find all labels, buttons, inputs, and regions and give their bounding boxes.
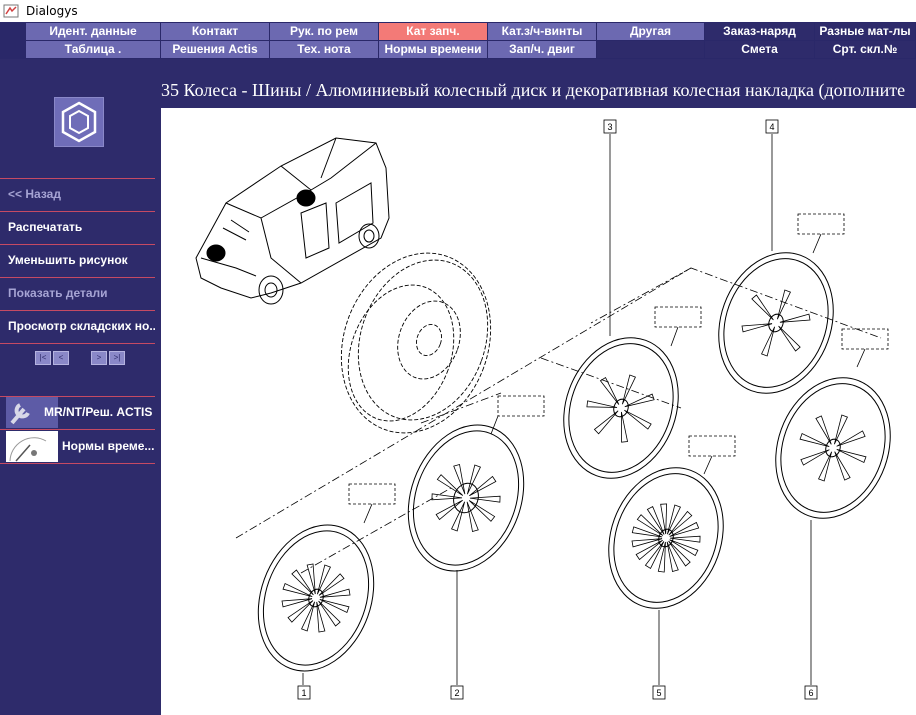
callout-4: 4	[769, 122, 774, 132]
tab-ident-data[interactable]: Идент. данные	[26, 23, 161, 40]
logo	[54, 97, 104, 147]
tab-misc-materials[interactable]: Разные мат-лы	[815, 23, 916, 40]
hex-nut-icon	[61, 101, 97, 143]
leader-lines	[302, 134, 812, 685]
labor-times-button[interactable]: Нормы време...	[6, 431, 156, 462]
sidebar-divider	[0, 343, 155, 344]
window-title: Dialogys	[26, 4, 78, 18]
tab-table[interactable]: Таблица .	[26, 41, 161, 58]
tab-parts-catalog[interactable]: Кат запч.	[379, 23, 488, 40]
sidebar-divider	[0, 429, 155, 430]
vehicle-illustration	[195, 137, 390, 305]
tab-contact[interactable]: Контакт	[161, 23, 270, 40]
callout-5: 5	[656, 688, 661, 698]
print-button[interactable]: Распечатать	[0, 211, 155, 243]
tab-bar: Идент. данные Контакт Рук. по рем Кат за…	[0, 22, 916, 59]
labor-times-button-label: Нормы време...	[62, 439, 155, 453]
callout-3: 3	[607, 122, 612, 132]
tab-engine-parts[interactable]: Зап/ч. двиг	[488, 41, 597, 58]
callout-6: 6	[808, 688, 813, 698]
callout-boxes: 1 2 3 4 5 6	[297, 119, 818, 700]
back-button[interactable]: << Назад	[0, 178, 155, 210]
next-page-button[interactable]: >	[91, 351, 107, 365]
tab-empty	[597, 41, 705, 58]
zoom-out-button[interactable]: Уменьшить рисунок	[0, 244, 155, 276]
show-details-button[interactable]: Показать детали	[0, 277, 155, 309]
first-page-button[interactable]: |<	[35, 351, 51, 365]
steel-rim-dashed	[340, 252, 492, 434]
wheel-covers	[257, 252, 891, 672]
left-panel: << Назад Распечатать Уменьшить рисунок П…	[0, 59, 160, 715]
parts-diagram[interactable]: 1 2 3 4 5 6	[161, 108, 916, 715]
window-titlebar: Dialogys	[0, 0, 916, 23]
tab-parts-screws[interactable]: Кат.з/ч-винты	[488, 23, 597, 40]
tab-tech-note[interactable]: Тех. нота	[270, 41, 379, 58]
tab-warehouse-no[interactable]: Срт. скл.№	[815, 41, 916, 58]
assembly-lines	[235, 267, 882, 574]
page-title: 35 Колеса - Шины / Алюминиевый колесный …	[161, 80, 906, 100]
sidebar-divider	[0, 463, 155, 464]
actis-button[interactable]: MR/NT/Реш. ACTIS	[6, 397, 156, 428]
view-stock-button[interactable]: Просмотр складских но...	[0, 310, 155, 342]
tab-actis-solutions[interactable]: Решения Actis	[161, 41, 270, 58]
app-icon	[3, 4, 19, 18]
clock-icon	[6, 431, 58, 462]
tab-work-order[interactable]: Заказ-наряд	[705, 23, 815, 40]
tab-repair-manual[interactable]: Рук. по рем	[270, 23, 379, 40]
last-page-button[interactable]: >|	[109, 351, 125, 365]
prev-page-button[interactable]: <	[53, 351, 69, 365]
callout-1: 1	[301, 688, 306, 698]
callout-2: 2	[454, 688, 459, 698]
exploded-view-drawing: 1 2 3 4 5 6	[195, 119, 891, 700]
tab-estimate[interactable]: Смета	[705, 41, 815, 58]
tab-labor-times[interactable]: Нормы времени	[379, 41, 488, 58]
tab-other[interactable]: Другая	[597, 23, 705, 40]
actis-button-label: MR/NT/Реш. ACTIS	[44, 405, 153, 419]
